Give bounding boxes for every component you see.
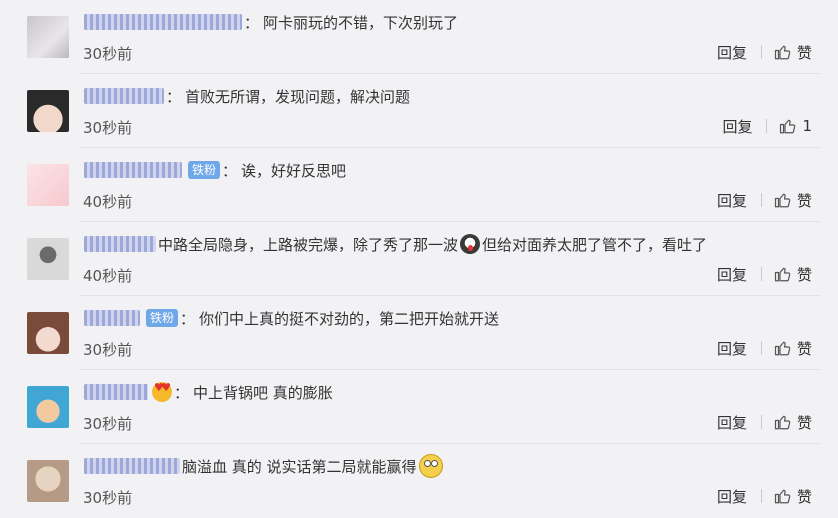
comment-time: 30秒前 [83, 45, 133, 63]
comment-item: 铁粉 ： 诶，好好反思吧 40秒前 回复 赞 [0, 148, 838, 222]
colon: ： [180, 309, 196, 328]
username-blurred[interactable] [84, 384, 148, 400]
avatar[interactable] [27, 90, 69, 132]
comment-text: 阿卡丽玩的不错，下次别玩了 [263, 13, 459, 32]
username-blurred[interactable] [84, 88, 164, 104]
comment-text-part2: 但给对面养太肥了管不了，看吐了 [482, 235, 708, 254]
comment-time: 30秒前 [83, 489, 133, 507]
divider [760, 489, 762, 503]
colon: ： [244, 13, 260, 32]
like-button[interactable]: 赞 [774, 338, 812, 359]
comment-list: ： 阿卡丽玩的不错，下次别玩了 30秒前 回复 赞 ： 首败无所谓，发现问题，解… [0, 0, 838, 517]
heart-eyes-emoji [152, 381, 172, 402]
comment-text: 你们中上真的挺不对劲的，第二把开始就开送 [199, 309, 500, 328]
comment-item: 中路全局隐身，上路被完爆，除了秀了那一波 但给对面养太肥了管不了，看吐了 40秒… [0, 222, 838, 296]
like-button[interactable]: 赞 [774, 190, 812, 211]
comment-item: 铁粉 ： 你们中上真的挺不对劲的，第二把开始就开送 30秒前 回复 赞 [0, 296, 838, 370]
reply-button[interactable]: 回复 [717, 42, 747, 63]
like-button[interactable]: 赞 [774, 42, 812, 63]
like-button[interactable]: 赞 [774, 412, 812, 433]
comment-text: 中上背锅吧 真的膨胀 [193, 383, 333, 402]
reply-button[interactable]: 回复 [722, 116, 752, 137]
comment-text: 诶，好好反思吧 [241, 161, 347, 180]
colon: ： [166, 87, 182, 106]
comment-item: ： 首败无所谓，发现问题，解决问题 30秒前 回复 1 [0, 74, 838, 148]
thumbs-up-icon [774, 193, 791, 208]
eye-roll-emoji [418, 454, 443, 478]
avatar[interactable] [27, 386, 69, 428]
reply-button[interactable]: 回复 [717, 264, 747, 285]
comment-time: 40秒前 [83, 193, 133, 211]
thumbs-up-icon [774, 415, 791, 430]
divider [760, 341, 762, 355]
comment-text: 脑溢血 真的 说实话第二局就能赢得 [182, 457, 417, 476]
like-button[interactable]: 赞 [774, 264, 812, 285]
avatar[interactable] [27, 16, 69, 58]
colon: ： [174, 383, 190, 402]
like-label: 赞 [796, 43, 812, 62]
comment-item: ： 阿卡丽玩的不错，下次别玩了 30秒前 回复 赞 [0, 0, 838, 74]
divider [760, 267, 762, 281]
avatar[interactable] [27, 238, 69, 280]
like-label: 赞 [796, 265, 812, 284]
fan-badge: 铁粉 [146, 309, 179, 327]
comment-item: 脑溢血 真的 说实话第二局就能赢得 30秒前 回复 赞 [0, 444, 838, 518]
colon: ： [222, 161, 238, 180]
like-label: 赞 [796, 487, 812, 506]
like-label: 赞 [796, 339, 812, 358]
username-blurred[interactable] [84, 458, 180, 474]
comment-text: 首败无所谓，发现问题，解决问题 [185, 87, 411, 106]
comment-time: 30秒前 [83, 415, 133, 433]
like-count: 1 [802, 117, 812, 135]
avatar[interactable] [27, 164, 69, 206]
thumbs-up-icon [774, 489, 791, 504]
reply-button[interactable]: 回复 [717, 412, 747, 433]
avatar[interactable] [27, 312, 69, 354]
thumbs-up-icon [780, 119, 796, 134]
comment-time: 30秒前 [83, 119, 133, 137]
like-label: 赞 [796, 413, 812, 432]
username-blurred[interactable] [84, 162, 182, 178]
username-blurred[interactable] [84, 236, 156, 252]
thumbs-up-icon [774, 45, 791, 60]
divider [760, 193, 762, 207]
fan-badge: 铁粉 [188, 161, 221, 179]
reply-button[interactable]: 回复 [717, 338, 747, 359]
username-blurred[interactable] [84, 310, 140, 326]
divider [760, 415, 762, 429]
comment-text-part1: 中路全局隐身，上路被完爆，除了秀了那一波 [158, 235, 459, 254]
like-button[interactable]: 1 [779, 117, 812, 135]
thumbs-up-icon [774, 341, 791, 356]
divider [766, 119, 768, 133]
comment-item: ： 中上背锅吧 真的膨胀 30秒前 回复 赞 [0, 370, 838, 444]
reply-button[interactable]: 回复 [717, 190, 747, 211]
avatar[interactable] [27, 460, 69, 502]
reply-button[interactable]: 回复 [717, 486, 747, 507]
shock-emoji [460, 234, 481, 254]
thumbs-up-icon [774, 267, 791, 282]
like-label: 赞 [796, 191, 812, 210]
like-button[interactable]: 赞 [774, 486, 812, 507]
comment-time: 40秒前 [83, 267, 133, 285]
divider [760, 45, 762, 59]
username-blurred[interactable] [84, 14, 242, 30]
comment-time: 30秒前 [83, 341, 133, 359]
